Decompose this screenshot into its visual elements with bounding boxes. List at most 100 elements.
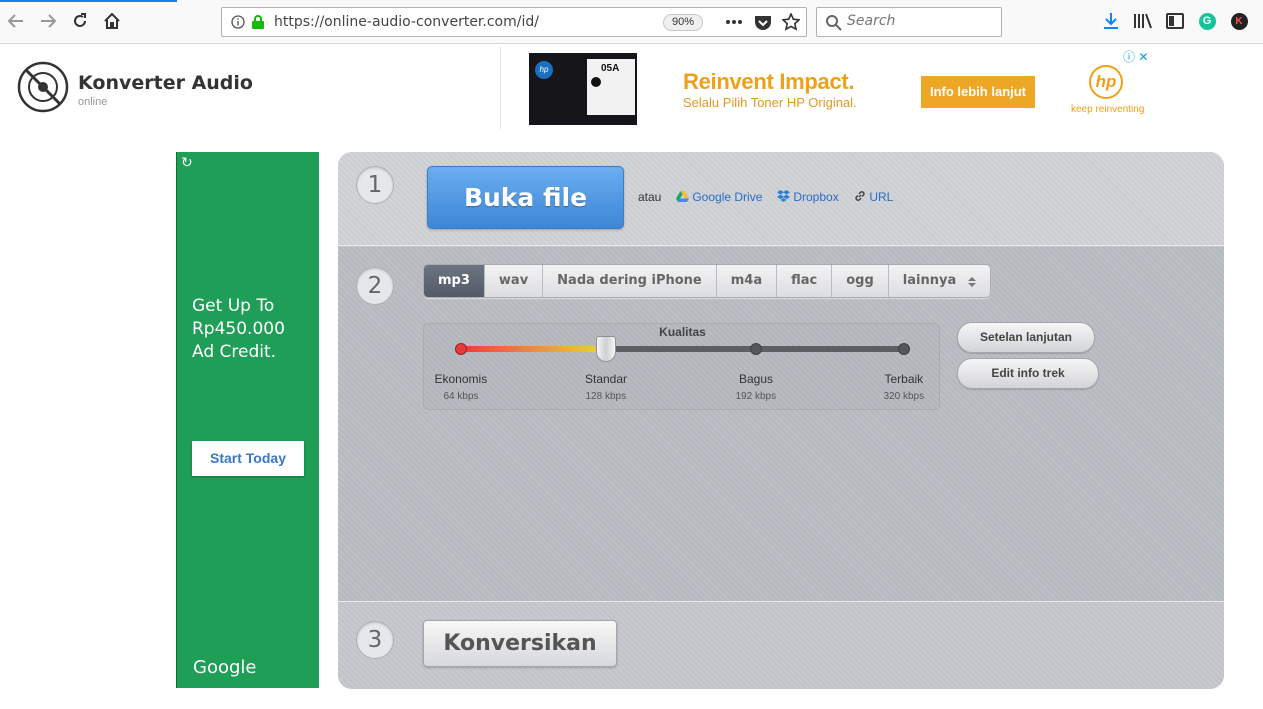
search-icon (826, 15, 842, 31)
quality-slider-panel: Kualitas Ekonomis Standar Bagus Terbaik … (423, 323, 940, 410)
format-tab-m4a[interactable]: m4a (717, 265, 778, 297)
downloads-button[interactable] (1100, 10, 1122, 32)
sidebar-button[interactable] (1164, 10, 1186, 32)
open-file-button[interactable]: Buka file (427, 166, 624, 229)
home-button[interactable] (101, 10, 123, 32)
google-drive-link[interactable]: Google Drive (676, 190, 762, 204)
quality-level-name: Terbaik (884, 372, 924, 386)
site-subtitle: online (78, 96, 108, 108)
zoom-badge[interactable]: 90% (663, 14, 703, 31)
format-tab-iphone-ringtone[interactable]: Nada dering iPhone (543, 265, 717, 297)
side-google-ad[interactable]: ↻ Get Up To Rp450.000 Ad Credit. Start T… (176, 152, 319, 688)
quality-slider-handle[interactable] (596, 336, 616, 362)
hp-logo-icon: hp (1089, 65, 1123, 99)
step-number: 1 (356, 166, 394, 204)
format-tab-flac[interactable]: flac (777, 265, 833, 297)
product-code: 05A (601, 63, 620, 74)
url-link[interactable]: URL (854, 190, 893, 204)
pocket-icon[interactable] (754, 14, 772, 31)
dropbox-label: Dropbox (793, 190, 839, 204)
reload-icon (74, 13, 86, 27)
sidebar-icon (1166, 13, 1184, 29)
profile-icon: K (1230, 12, 1248, 30)
ad-subline: Selalu Pilih Toner HP Original. (683, 95, 857, 110)
top-banner-ad[interactable]: hp 05A Reinvent Impact. Selalu Pilih Ton… (500, 47, 1154, 129)
search-input[interactable] (847, 13, 987, 29)
url-bar[interactable]: https://online-audio-converter.com/id/ 9… (221, 7, 807, 37)
advanced-settings-button[interactable]: Setelan lanjutan (957, 322, 1095, 353)
quality-level-name: Bagus (739, 372, 774, 386)
google-drive-label: Google Drive (692, 190, 763, 204)
ad-copy: Get Up To Rp450.000 Ad Credit. (192, 295, 285, 364)
quality-stop-best[interactable] (898, 343, 910, 355)
quality-level-name: Ekonomis (434, 372, 488, 386)
hp-tagline: keep reinventing (1071, 104, 1145, 115)
disc-icon (17, 61, 69, 113)
quality-level-name: Standar (585, 372, 628, 386)
or-label: atau (638, 190, 662, 204)
ad-copy-line: Rp450.000 (192, 319, 285, 339)
browser-toolbar: https://online-audio-converter.com/id/ 9… (0, 0, 1263, 44)
quality-level-bitrate: 64 kbps (443, 391, 479, 402)
dropbox-link[interactable]: Dropbox (777, 190, 839, 204)
google-logo: Google (193, 657, 257, 678)
link-icon (855, 191, 865, 201)
home-icon (104, 12, 120, 29)
hp-product-logo-icon: hp (535, 61, 553, 79)
quality-track-fill (460, 346, 606, 352)
bookmark-star-icon[interactable] (782, 13, 800, 31)
library-button[interactable] (1132, 10, 1154, 32)
site-logo[interactable] (17, 61, 69, 118)
grammarly-icon: G (1198, 12, 1216, 30)
refresh-icon[interactable]: ↻ (181, 154, 193, 171)
edit-track-info-button[interactable]: Edit info trek (957, 358, 1099, 389)
ad-copy-line: Get Up To (192, 296, 275, 316)
forward-arrow-icon (41, 14, 57, 28)
adchoices-icon[interactable]: ⓘ ✕ (1123, 48, 1148, 65)
profile-extension[interactable]: K (1228, 10, 1250, 32)
quality-level-bitrate: 320 kbps (883, 391, 925, 402)
format-tab-ogg[interactable]: ogg (832, 265, 889, 297)
url-label: URL (869, 190, 894, 204)
quality-label: Kualitas (659, 325, 706, 339)
step-open-file: 1 Buka file atau Google Drive Dropbox UR… (338, 152, 1224, 246)
site-title[interactable]: Konverter Audio (78, 72, 253, 94)
step-number: 2 (356, 267, 394, 305)
tab-indicator (0, 0, 177, 2)
grammarly-extension[interactable]: G (1196, 10, 1218, 32)
step-format-settings: 2 mp3 wav Nada dering iPhone m4a flac og… (338, 247, 1224, 602)
forward-button[interactable] (37, 10, 59, 32)
quality-stop-economy[interactable] (455, 343, 467, 355)
quality-stop-good[interactable] (750, 343, 762, 355)
format-dropdown-more[interactable]: lainnya (889, 265, 990, 297)
back-button[interactable] (5, 10, 27, 32)
search-bar[interactable] (816, 7, 1002, 37)
black-toner-dot (591, 77, 601, 87)
converter-panel: 1 Buka file atau Google Drive Dropbox UR… (338, 152, 1224, 689)
reload-button[interactable] (69, 10, 91, 32)
step-convert: 3 Konversikan (338, 603, 1224, 689)
format-tab-mp3[interactable]: mp3 (424, 265, 485, 297)
step-number: 3 (356, 621, 394, 659)
format-selector: mp3 wav Nada dering iPhone m4a flac ogg … (423, 264, 992, 298)
quality-level-bitrate: 128 kbps (585, 391, 627, 402)
ad-copy-line: Ad Credit. (192, 342, 277, 362)
library-icon (1134, 13, 1152, 29)
more-formats-label: lainnya (902, 273, 957, 288)
url-text: https://online-audio-converter.com/id/ (274, 14, 539, 30)
google-drive-icon (676, 191, 689, 202)
ad-headline: Reinvent Impact. (683, 69, 855, 94)
dropbox-icon (777, 190, 790, 202)
toner-product-image: hp 05A (529, 53, 637, 125)
page-actions-icon[interactable] (725, 19, 743, 25)
format-tab-wav[interactable]: wav (485, 265, 544, 297)
dropdown-arrows-icon (968, 277, 977, 287)
ad-cta-button[interactable]: Info lebih lanjut (921, 76, 1035, 108)
start-today-button[interactable]: Start Today (192, 441, 304, 476)
quality-level-bitrate: 192 kbps (735, 391, 777, 402)
product-label-box: 05A (587, 59, 635, 115)
info-icon[interactable] (231, 15, 245, 29)
convert-button[interactable]: Konversikan (423, 620, 617, 667)
lock-icon (252, 15, 264, 29)
download-icon (1104, 13, 1118, 29)
